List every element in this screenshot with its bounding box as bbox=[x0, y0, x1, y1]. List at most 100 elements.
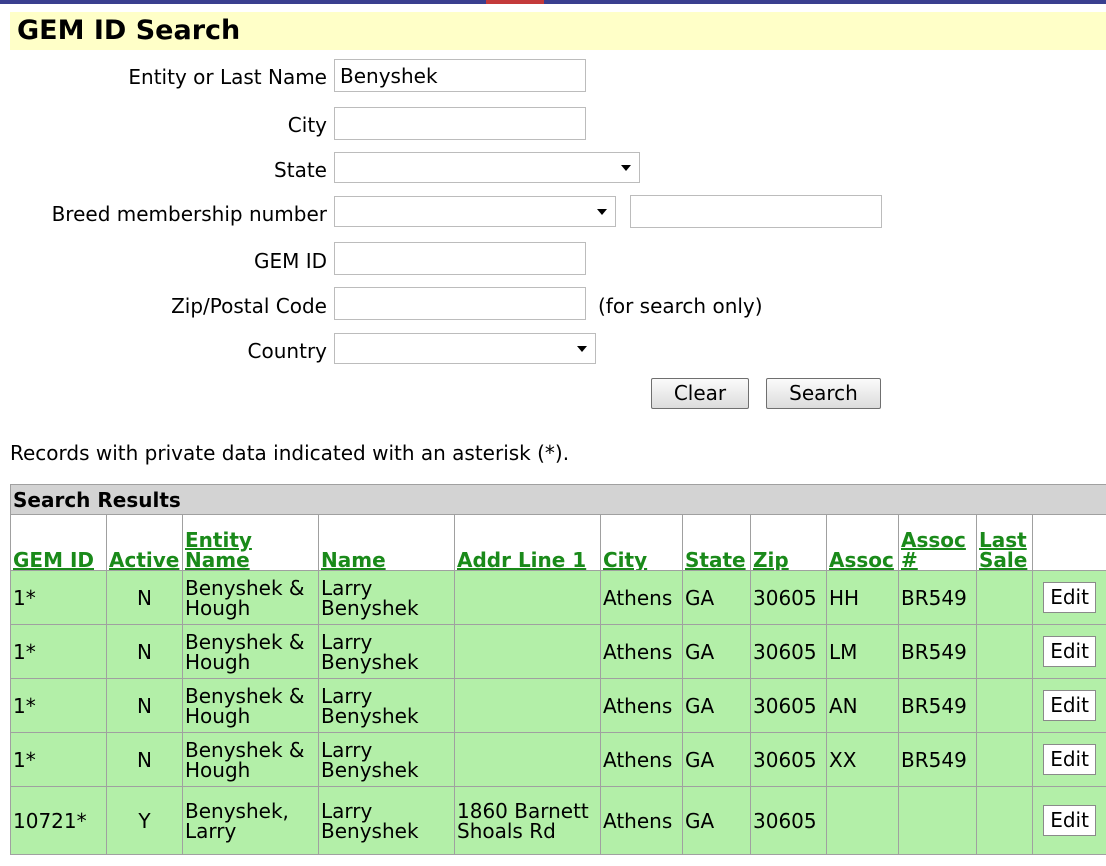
sort-city-link[interactable]: City bbox=[603, 548, 647, 570]
search-button[interactable]: Search bbox=[766, 378, 881, 409]
cell-addr bbox=[454, 732, 601, 787]
col-assoc[interactable]: Assoc bbox=[826, 514, 899, 571]
cell-gem-id: 1* bbox=[10, 678, 107, 733]
cell-active: N bbox=[106, 678, 183, 733]
cell-gem-id: 1* bbox=[10, 570, 107, 625]
cell-state: GA bbox=[682, 732, 751, 787]
cell-actions: Edit bbox=[1031, 570, 1106, 625]
cell-city: Athens bbox=[600, 732, 683, 787]
cell-entity-name: Benyshek & Hough bbox=[182, 624, 319, 679]
col-last-sale[interactable]: Last Sale bbox=[976, 514, 1033, 571]
col-assoc-num[interactable]: Assoc # bbox=[898, 514, 977, 571]
state-label: State bbox=[274, 158, 327, 182]
zip-note: (for search only) bbox=[598, 294, 763, 318]
cell-actions: Edit bbox=[1031, 624, 1106, 679]
breed-number-input[interactable] bbox=[630, 195, 882, 228]
clear-button[interactable]: Clear bbox=[651, 378, 749, 409]
cell-assoc-num bbox=[898, 786, 977, 855]
cell-active: N bbox=[106, 570, 183, 625]
table-row: 1* N Benyshek & Hough Larry Benyshek Ath… bbox=[10, 678, 1106, 733]
gemid-input[interactable] bbox=[334, 242, 586, 275]
table-row: 1* N Benyshek & Hough Larry Benyshek Ath… bbox=[10, 732, 1106, 787]
sort-addr-link[interactable]: Addr Line 1 bbox=[457, 548, 586, 570]
col-gem-id[interactable]: GEM ID bbox=[10, 514, 107, 571]
sort-assoc-link[interactable]: Assoc bbox=[829, 548, 894, 570]
chevron-down-icon bbox=[597, 209, 607, 215]
cell-name: Larry Benyshek bbox=[318, 678, 455, 733]
entity-input[interactable] bbox=[334, 59, 586, 92]
cell-entity-name: Benyshek & Hough bbox=[182, 570, 319, 625]
edit-button[interactable]: Edit bbox=[1043, 690, 1096, 721]
cell-state: GA bbox=[682, 570, 751, 625]
edit-button[interactable]: Edit bbox=[1043, 582, 1096, 613]
sort-assoc-num-link[interactable]: Assoc # bbox=[901, 528, 966, 570]
cell-name: Larry Benyshek bbox=[318, 732, 455, 787]
col-name[interactable]: Name bbox=[318, 514, 455, 571]
cell-actions: Edit bbox=[1031, 732, 1106, 787]
results-caption: Search Results bbox=[9, 484, 1106, 515]
cell-last-sale bbox=[976, 570, 1033, 625]
cell-last-sale bbox=[976, 786, 1033, 855]
edit-button[interactable]: Edit bbox=[1043, 636, 1096, 667]
cell-assoc bbox=[826, 786, 899, 855]
breed-select[interactable] bbox=[334, 196, 616, 227]
cell-state: GA bbox=[682, 678, 751, 733]
cell-addr bbox=[454, 678, 601, 733]
sort-gem-id-link[interactable]: GEM ID bbox=[13, 548, 94, 570]
sort-last-sale-link[interactable]: Last Sale bbox=[979, 528, 1027, 570]
gemid-label: GEM ID bbox=[253, 249, 327, 273]
col-active[interactable]: Active bbox=[106, 514, 183, 571]
col-city[interactable]: City bbox=[600, 514, 683, 571]
chevron-down-icon bbox=[577, 346, 587, 352]
cell-assoc-num: BR549 bbox=[898, 732, 977, 787]
cell-name: Larry Benyshek bbox=[318, 786, 455, 855]
breed-label: Breed membership number bbox=[51, 202, 327, 226]
city-input[interactable] bbox=[334, 107, 586, 140]
state-select[interactable] bbox=[334, 152, 640, 183]
sort-name-link[interactable]: Name bbox=[321, 548, 386, 570]
top-border bbox=[0, 0, 1106, 4]
cell-city: Athens bbox=[600, 624, 683, 679]
table-row: 10721* Y Benyshek, Larry Larry Benyshek … bbox=[10, 786, 1106, 855]
cell-active: Y bbox=[106, 786, 183, 855]
col-addr[interactable]: Addr Line 1 bbox=[454, 514, 601, 571]
cell-actions: Edit bbox=[1031, 786, 1106, 855]
cell-city: Athens bbox=[600, 570, 683, 625]
cell-addr bbox=[454, 624, 601, 679]
zip-input[interactable] bbox=[334, 287, 586, 320]
cell-state: GA bbox=[682, 624, 751, 679]
sort-state-link[interactable]: State bbox=[685, 548, 746, 570]
table-row: 1* N Benyshek & Hough Larry Benyshek Ath… bbox=[10, 570, 1106, 625]
edit-button[interactable]: Edit bbox=[1043, 744, 1096, 775]
sort-zip-link[interactable]: Zip bbox=[753, 548, 789, 570]
cell-entity-name: Benyshek & Hough bbox=[182, 678, 319, 733]
cell-last-sale bbox=[976, 678, 1033, 733]
cell-addr bbox=[454, 570, 601, 625]
cell-assoc-num: BR549 bbox=[898, 570, 977, 625]
cell-zip: 30605 bbox=[750, 678, 827, 733]
cell-entity-name: Benyshek & Hough bbox=[182, 732, 319, 787]
cell-assoc-num: BR549 bbox=[898, 678, 977, 733]
results-table: Search Results GEM ID Active Entity Name… bbox=[9, 484, 1106, 855]
sort-entity-name-link[interactable]: Entity Name bbox=[185, 528, 252, 570]
cell-entity-name: Benyshek, Larry bbox=[182, 786, 319, 855]
col-entity-name[interactable]: Entity Name bbox=[182, 514, 319, 571]
cell-assoc: LM bbox=[826, 624, 899, 679]
city-label: City bbox=[287, 113, 327, 137]
cell-addr: 1860 Barnett Shoals Rd bbox=[454, 786, 601, 855]
cell-name: Larry Benyshek bbox=[318, 624, 455, 679]
cell-actions: Edit bbox=[1031, 678, 1106, 733]
country-select[interactable] bbox=[334, 333, 596, 364]
cell-last-sale bbox=[976, 624, 1033, 679]
cell-city: Athens bbox=[600, 678, 683, 733]
col-state[interactable]: State bbox=[682, 514, 751, 571]
cell-city: Athens bbox=[600, 786, 683, 855]
table-row: 1* N Benyshek & Hough Larry Benyshek Ath… bbox=[10, 624, 1106, 679]
country-label: Country bbox=[247, 339, 327, 363]
edit-button[interactable]: Edit bbox=[1043, 805, 1096, 836]
top-border-accent bbox=[486, 0, 544, 4]
cell-active: N bbox=[106, 732, 183, 787]
col-zip[interactable]: Zip bbox=[750, 514, 827, 571]
sort-active-link[interactable]: Active bbox=[109, 548, 179, 570]
cell-gem-id: 10721* bbox=[10, 786, 107, 855]
